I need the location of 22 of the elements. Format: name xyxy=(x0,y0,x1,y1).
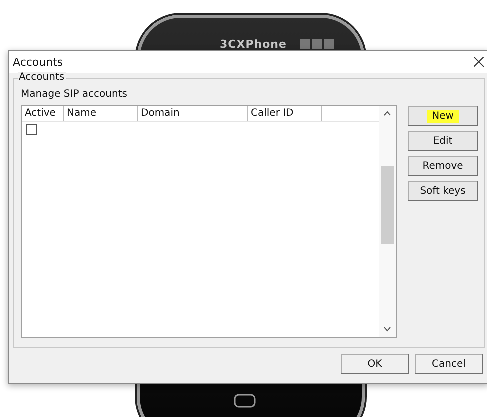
side-button[interactable]: Soft keys xyxy=(408,181,478,201)
side-button[interactable]: Remove xyxy=(408,156,478,176)
window-controls-icon xyxy=(300,39,334,49)
side-button[interactable]: New xyxy=(408,106,478,126)
group-title: Accounts xyxy=(18,72,66,83)
description-text: Manage SIP accounts xyxy=(21,89,128,100)
column-header[interactable]: Active xyxy=(22,106,64,121)
dialog-button[interactable]: OK xyxy=(341,354,409,374)
scroll-up-icon[interactable] xyxy=(384,111,391,116)
home-button-icon xyxy=(234,394,256,408)
phone-title: 3CXPhone xyxy=(220,38,287,51)
dialog-title: Accounts xyxy=(13,56,64,68)
column-header[interactable]: Name xyxy=(64,106,138,121)
side-button[interactable]: Edit xyxy=(408,131,478,151)
active-checkbox[interactable] xyxy=(26,124,37,135)
scrollbar[interactable] xyxy=(379,106,396,337)
column-header[interactable]: Domain xyxy=(138,106,248,121)
dialog-button[interactable]: Cancel xyxy=(415,354,483,374)
column-header[interactable]: Caller ID xyxy=(248,106,322,121)
scroll-thumb[interactable] xyxy=(381,166,394,244)
scroll-down-icon[interactable] xyxy=(384,327,391,332)
close-icon[interactable] xyxy=(474,57,484,67)
